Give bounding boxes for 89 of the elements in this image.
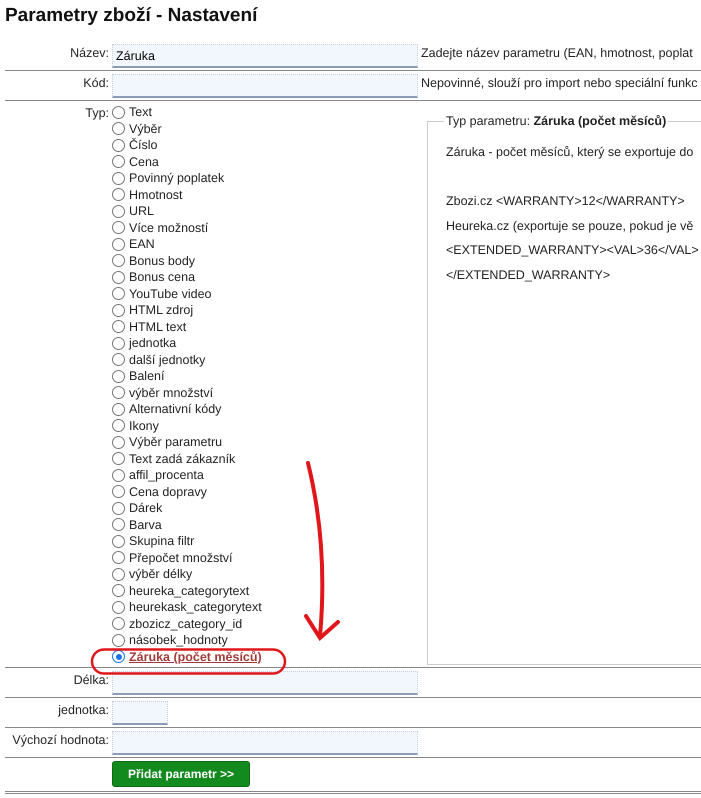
radio-button[interactable] xyxy=(112,634,125,647)
radio-label[interactable]: Text zadá zákazník xyxy=(129,452,236,466)
field-label: Výchozí hodnota: xyxy=(11,732,109,749)
radio-label[interactable]: Balení xyxy=(129,369,164,384)
info-text: Zbozi.cz <WARRANTY>12</WARRANTY> xyxy=(446,193,686,210)
radio-button[interactable] xyxy=(112,353,125,366)
field-label: Název: xyxy=(69,45,109,62)
radio-label[interactable]: Cena xyxy=(129,154,159,169)
radio-button[interactable] xyxy=(112,650,125,664)
radio-label[interactable]: Text xyxy=(129,105,152,120)
radio-button[interactable] xyxy=(112,320,125,334)
radio-label[interactable]: Barva xyxy=(129,518,162,532)
radio-label[interactable]: EAN xyxy=(129,237,155,252)
field-label: Délka: xyxy=(72,672,109,689)
radio-button[interactable] xyxy=(112,122,125,136)
text-field[interactable] xyxy=(112,671,418,695)
radio-button[interactable] xyxy=(112,468,125,482)
radio-label[interactable]: Výběr parametru xyxy=(129,435,222,450)
radio-label[interactable]: Výběr xyxy=(129,122,162,136)
field-label: Typ: xyxy=(84,105,109,122)
radio-button[interactable] xyxy=(112,106,125,119)
radio-button[interactable] xyxy=(112,551,125,564)
text-field[interactable] xyxy=(112,74,418,98)
radio-label[interactable]: násobek_hodnoty xyxy=(129,633,228,648)
radio-button[interactable] xyxy=(112,138,125,152)
radio-button[interactable] xyxy=(112,534,125,548)
info-text: <EXTENDED_WARRANTY><VAL>36</VAL> xyxy=(446,242,700,259)
radio-button[interactable] xyxy=(112,584,125,598)
radio-button[interactable] xyxy=(112,370,125,383)
radio-button[interactable] xyxy=(112,452,125,466)
field-hint: Zadejte název parametru (EAN, hmotnost, poplat xyxy=(421,45,693,62)
info-text: Heureka.cz (exportuje se pouze, pokud je vě xyxy=(446,218,694,235)
radio-button[interactable] xyxy=(112,238,125,251)
radio-button[interactable] xyxy=(112,402,125,416)
text-field[interactable] xyxy=(112,701,168,725)
radio-label[interactable]: heurekask_categorytext xyxy=(129,600,262,614)
radio-label[interactable]: Dárek xyxy=(129,501,162,516)
radio-label[interactable]: Ikony xyxy=(129,418,159,433)
radio-button[interactable] xyxy=(112,287,125,300)
radio-label[interactable]: Bonus body xyxy=(129,254,196,268)
add-parameter-button[interactable]: Přidat parametr >> xyxy=(112,761,250,787)
radio-label[interactable]: Více možností xyxy=(129,220,208,235)
radio-button[interactable] xyxy=(112,568,125,581)
page-title: Parametry zboží - Nastavení xyxy=(5,5,259,27)
radio-button[interactable] xyxy=(112,172,125,185)
info-text: </EXTENDED_WARRANTY> xyxy=(446,266,612,284)
text-field[interactable]: Záruka xyxy=(112,44,418,68)
radio-button[interactable] xyxy=(112,304,125,317)
field-label: Kód: xyxy=(82,75,109,92)
radio-label[interactable]: HTML zdroj xyxy=(129,303,194,318)
radio-label[interactable]: Alternativní kódy xyxy=(129,402,222,416)
radio-button[interactable] xyxy=(112,221,125,234)
radio-label[interactable]: Přepočet množství xyxy=(129,550,233,565)
info-text: Záruka - počet měsíců, který se exportuje do xyxy=(446,144,694,161)
radio-button[interactable] xyxy=(112,270,125,284)
radio-button[interactable] xyxy=(112,188,125,202)
field-hint: Nepovinné, slouží pro import nebo speciální funkc xyxy=(421,75,698,92)
radio-label[interactable]: jednotka xyxy=(129,336,176,350)
radio-button[interactable] xyxy=(112,386,125,400)
panel-legend: Typ parametru: Záruka (počet měsíců) xyxy=(444,114,668,128)
radio-button[interactable] xyxy=(112,485,125,498)
radio-label[interactable]: Záruka (počet měsíců) xyxy=(129,650,262,664)
radio-label[interactable]: výběr množství xyxy=(129,386,214,400)
radio-button[interactable] xyxy=(112,254,125,268)
radio-button[interactable] xyxy=(112,617,125,630)
radio-label[interactable]: Číslo xyxy=(129,138,158,152)
radio-label[interactable]: výběr délky xyxy=(129,567,192,582)
radio-label[interactable]: zbozicz_category_id xyxy=(129,616,242,631)
radio-label[interactable]: Skupina filtr xyxy=(129,534,194,548)
radio-label[interactable]: Povinný poplatek xyxy=(129,171,224,186)
radio-button[interactable] xyxy=(112,336,125,350)
text-field[interactable] xyxy=(112,731,418,755)
radio-label[interactable]: URL xyxy=(129,204,154,218)
radio-label[interactable]: affil_procenta xyxy=(129,468,204,482)
radio-button[interactable] xyxy=(112,600,125,614)
radio-button[interactable] xyxy=(112,436,125,449)
radio-label[interactable]: Bonus cena xyxy=(129,270,196,284)
radio-label[interactable]: Cena dopravy xyxy=(129,484,207,499)
radio-label[interactable]: Hmotnost xyxy=(129,188,182,202)
radio-label[interactable]: YouTube video xyxy=(129,286,212,301)
radio-button[interactable] xyxy=(112,204,125,218)
radio-label[interactable]: heureka_categorytext xyxy=(129,584,250,598)
radio-button[interactable] xyxy=(112,419,125,432)
radio-button[interactable] xyxy=(112,518,125,532)
field-label: jednotka: xyxy=(57,702,109,719)
radio-button[interactable] xyxy=(112,155,125,168)
radio-button[interactable] xyxy=(112,502,125,515)
radio-label[interactable]: další jednotky xyxy=(129,352,206,367)
radio-label[interactable]: HTML text xyxy=(129,320,186,334)
